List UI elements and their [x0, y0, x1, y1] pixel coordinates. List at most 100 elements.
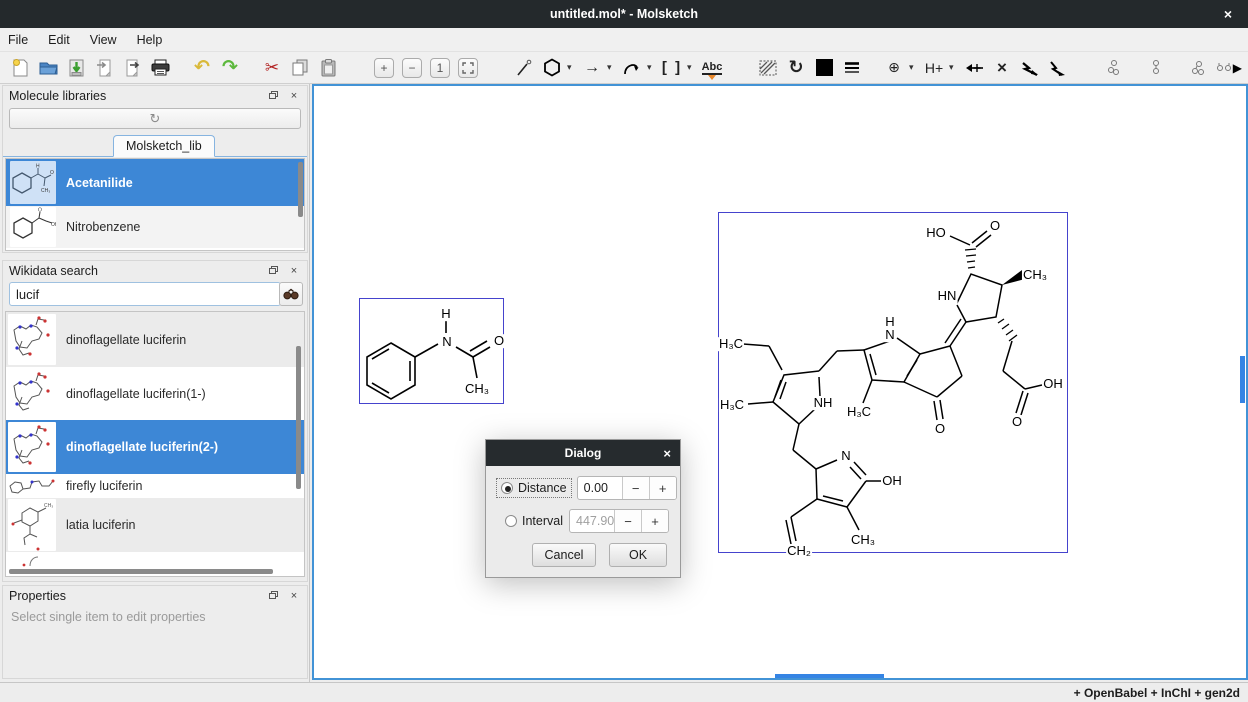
float-panel-icon[interactable]	[267, 590, 281, 602]
library-scrollbar[interactable]	[298, 162, 303, 217]
canvas-horizontal-scrollbar[interactable]	[775, 674, 884, 678]
molecule-acetanilide[interactable]: HNOCH₃	[359, 298, 504, 404]
dialog-title-bar[interactable]: Dialog ×	[486, 440, 680, 466]
interval-value[interactable]: 447.90	[570, 510, 614, 532]
arrow-tool-icon[interactable]: →	[581, 56, 603, 80]
list-item-partial[interactable]	[6, 552, 304, 570]
interval-spinbox[interactable]: 447.90 − +	[569, 509, 669, 533]
wikidata-search-button[interactable]	[279, 282, 303, 306]
canvas-vertical-scrollbar[interactable]	[1240, 356, 1245, 403]
dialog-close-icon[interactable]: ×	[663, 446, 671, 461]
properties-title: Properties	[9, 589, 66, 603]
list-item-dinoflagellate-luciferin[interactable]: dinoflagellate luciferin	[6, 312, 304, 367]
molecule-tool-2-icon[interactable]	[1145, 56, 1167, 80]
interval-radio[interactable]	[505, 515, 517, 527]
color-swatch-icon[interactable]	[813, 56, 835, 80]
rotate-tool-icon[interactable]: ↻	[785, 56, 807, 80]
status-plugins-text: + OpenBabel + InChI + gen2d	[1074, 686, 1240, 700]
wikidata-result-list: dinoflagellate luciferin dinoflagellate …	[5, 311, 305, 577]
tab-molsketch-lib[interactable]: Molsketch_lib	[113, 135, 215, 157]
list-item-latia-luciferin[interactable]: CH₃ latia luciferin	[6, 498, 304, 552]
print-icon[interactable]	[149, 56, 171, 80]
close-panel-icon[interactable]: ×	[287, 590, 301, 602]
hydrogen-dropdown-icon[interactable]: ▾	[949, 62, 959, 73]
arrow-dropdown-icon[interactable]: ▾	[607, 62, 617, 73]
molecule-tool-1-icon[interactable]	[1103, 56, 1125, 80]
ring-dropdown-icon[interactable]: ▾	[567, 62, 577, 73]
flip-molecule-tool-icon[interactable]	[1047, 56, 1069, 80]
copy-icon[interactable]	[289, 56, 311, 80]
import-icon[interactable]	[93, 56, 115, 80]
zoom-original-button[interactable]: 1	[430, 58, 450, 78]
redo-icon[interactable]: ↷	[219, 56, 241, 80]
list-item-acetanilide[interactable]: HOCH₃ Acetanilide	[6, 159, 304, 206]
flip-bond-tool-icon[interactable]	[1019, 56, 1041, 80]
mechanism-arrow-tool-icon[interactable]	[621, 56, 643, 80]
undo-icon[interactable]: ↶	[191, 56, 213, 80]
svg-text:H: H	[36, 164, 40, 170]
menu-view[interactable]: View	[90, 33, 117, 47]
molecule-thumbnail	[8, 422, 56, 472]
status-bar: + OpenBabel + InChI + gen2d	[0, 682, 1248, 702]
atom-label: O	[989, 219, 1001, 233]
delete-tool-icon[interactable]: ×	[991, 56, 1013, 80]
new-file-icon[interactable]	[9, 56, 31, 80]
text-tool-icon[interactable]: Abc	[702, 61, 723, 75]
molecule-tool-3-icon[interactable]	[1187, 56, 1209, 80]
ring-tool-icon[interactable]	[541, 56, 563, 80]
interval-decrement-button[interactable]: −	[614, 510, 641, 532]
line-width-tool-icon[interactable]	[841, 56, 863, 80]
atom-label: N	[840, 449, 851, 463]
export-icon[interactable]	[121, 56, 143, 80]
window-close-icon[interactable]: ×	[1218, 0, 1238, 28]
molecule-thumbnail	[8, 554, 56, 568]
paste-icon[interactable]	[317, 56, 339, 80]
list-item-dinoflagellate-luciferin-2[interactable]: dinoflagellate luciferin(2-)	[6, 420, 304, 474]
drawing-canvas[interactable]: HNOCH₃	[312, 84, 1248, 680]
distance-radio-group[interactable]: Distance	[496, 478, 572, 498]
menu-edit[interactable]: Edit	[48, 33, 70, 47]
distance-spinbox[interactable]: 0.00 − +	[577, 476, 677, 500]
open-file-icon[interactable]	[37, 56, 59, 80]
refresh-libraries-button[interactable]: ↻	[9, 108, 301, 129]
distance-decrement-button[interactable]: −	[622, 477, 649, 499]
toolbar-overflow-icon[interactable]: ▶	[1233, 61, 1242, 75]
float-panel-icon[interactable]	[267, 265, 281, 277]
molecule-dinoflagellate-luciferin[interactable]: HOOCH₃HNHNH₃CH₃CNHH₃COOHONOHCH₃CH₂	[718, 212, 1068, 553]
zoom-fit-button[interactable]	[458, 58, 478, 78]
zoom-in-button[interactable]: +	[374, 58, 394, 78]
bracket-dropdown-icon[interactable]: ▾	[687, 62, 697, 73]
list-item-firefly-luciferin[interactable]: firefly luciferin	[6, 474, 304, 498]
hatch-selection-tool-icon[interactable]	[757, 56, 779, 80]
list-item-nitrobenzene[interactable]: OOH Nitrobenzene	[6, 206, 304, 248]
cut-icon[interactable]: ✂	[261, 56, 283, 80]
add-hydrogen-tool-icon[interactable]	[963, 56, 985, 80]
zoom-out-button[interactable]: −	[402, 58, 422, 78]
interval-increment-button[interactable]: +	[641, 510, 668, 532]
charge-dropdown-icon[interactable]: ▾	[909, 62, 919, 73]
close-panel-icon[interactable]: ×	[287, 90, 301, 102]
menu-help[interactable]: Help	[137, 33, 163, 47]
list-item-label: Nitrobenzene	[66, 220, 140, 234]
wikidata-vertical-scrollbar[interactable]	[296, 346, 301, 489]
wikidata-horizontal-scrollbar[interactable]	[9, 569, 273, 574]
interval-label: Interval	[522, 514, 563, 528]
menu-file[interactable]: File	[8, 33, 28, 47]
cancel-button[interactable]: Cancel	[532, 543, 596, 567]
charge-tool-icon[interactable]: ⊕	[883, 56, 905, 80]
bracket-tool-icon[interactable]: [ ]	[661, 56, 683, 80]
distance-radio[interactable]	[501, 482, 513, 494]
mechanism-dropdown-icon[interactable]: ▾	[647, 62, 657, 73]
save-icon[interactable]	[65, 56, 87, 80]
wikidata-search-input[interactable]: lucif	[9, 282, 281, 306]
list-item-dinoflagellate-luciferin-1[interactable]: dinoflagellate luciferin(1-)	[6, 367, 304, 420]
distance-value[interactable]: 0.00	[578, 477, 622, 499]
svg-text:O: O	[38, 208, 42, 214]
title-bar: untitled.mol* - Molsketch ×	[0, 0, 1248, 28]
distance-increment-button[interactable]: +	[649, 477, 676, 499]
bond-tool-icon[interactable]	[513, 56, 535, 80]
ok-button[interactable]: OK	[609, 543, 667, 567]
float-panel-icon[interactable]	[267, 90, 281, 102]
close-panel-icon[interactable]: ×	[287, 265, 301, 277]
hydrogen-tool-icon[interactable]: H+	[923, 56, 945, 80]
